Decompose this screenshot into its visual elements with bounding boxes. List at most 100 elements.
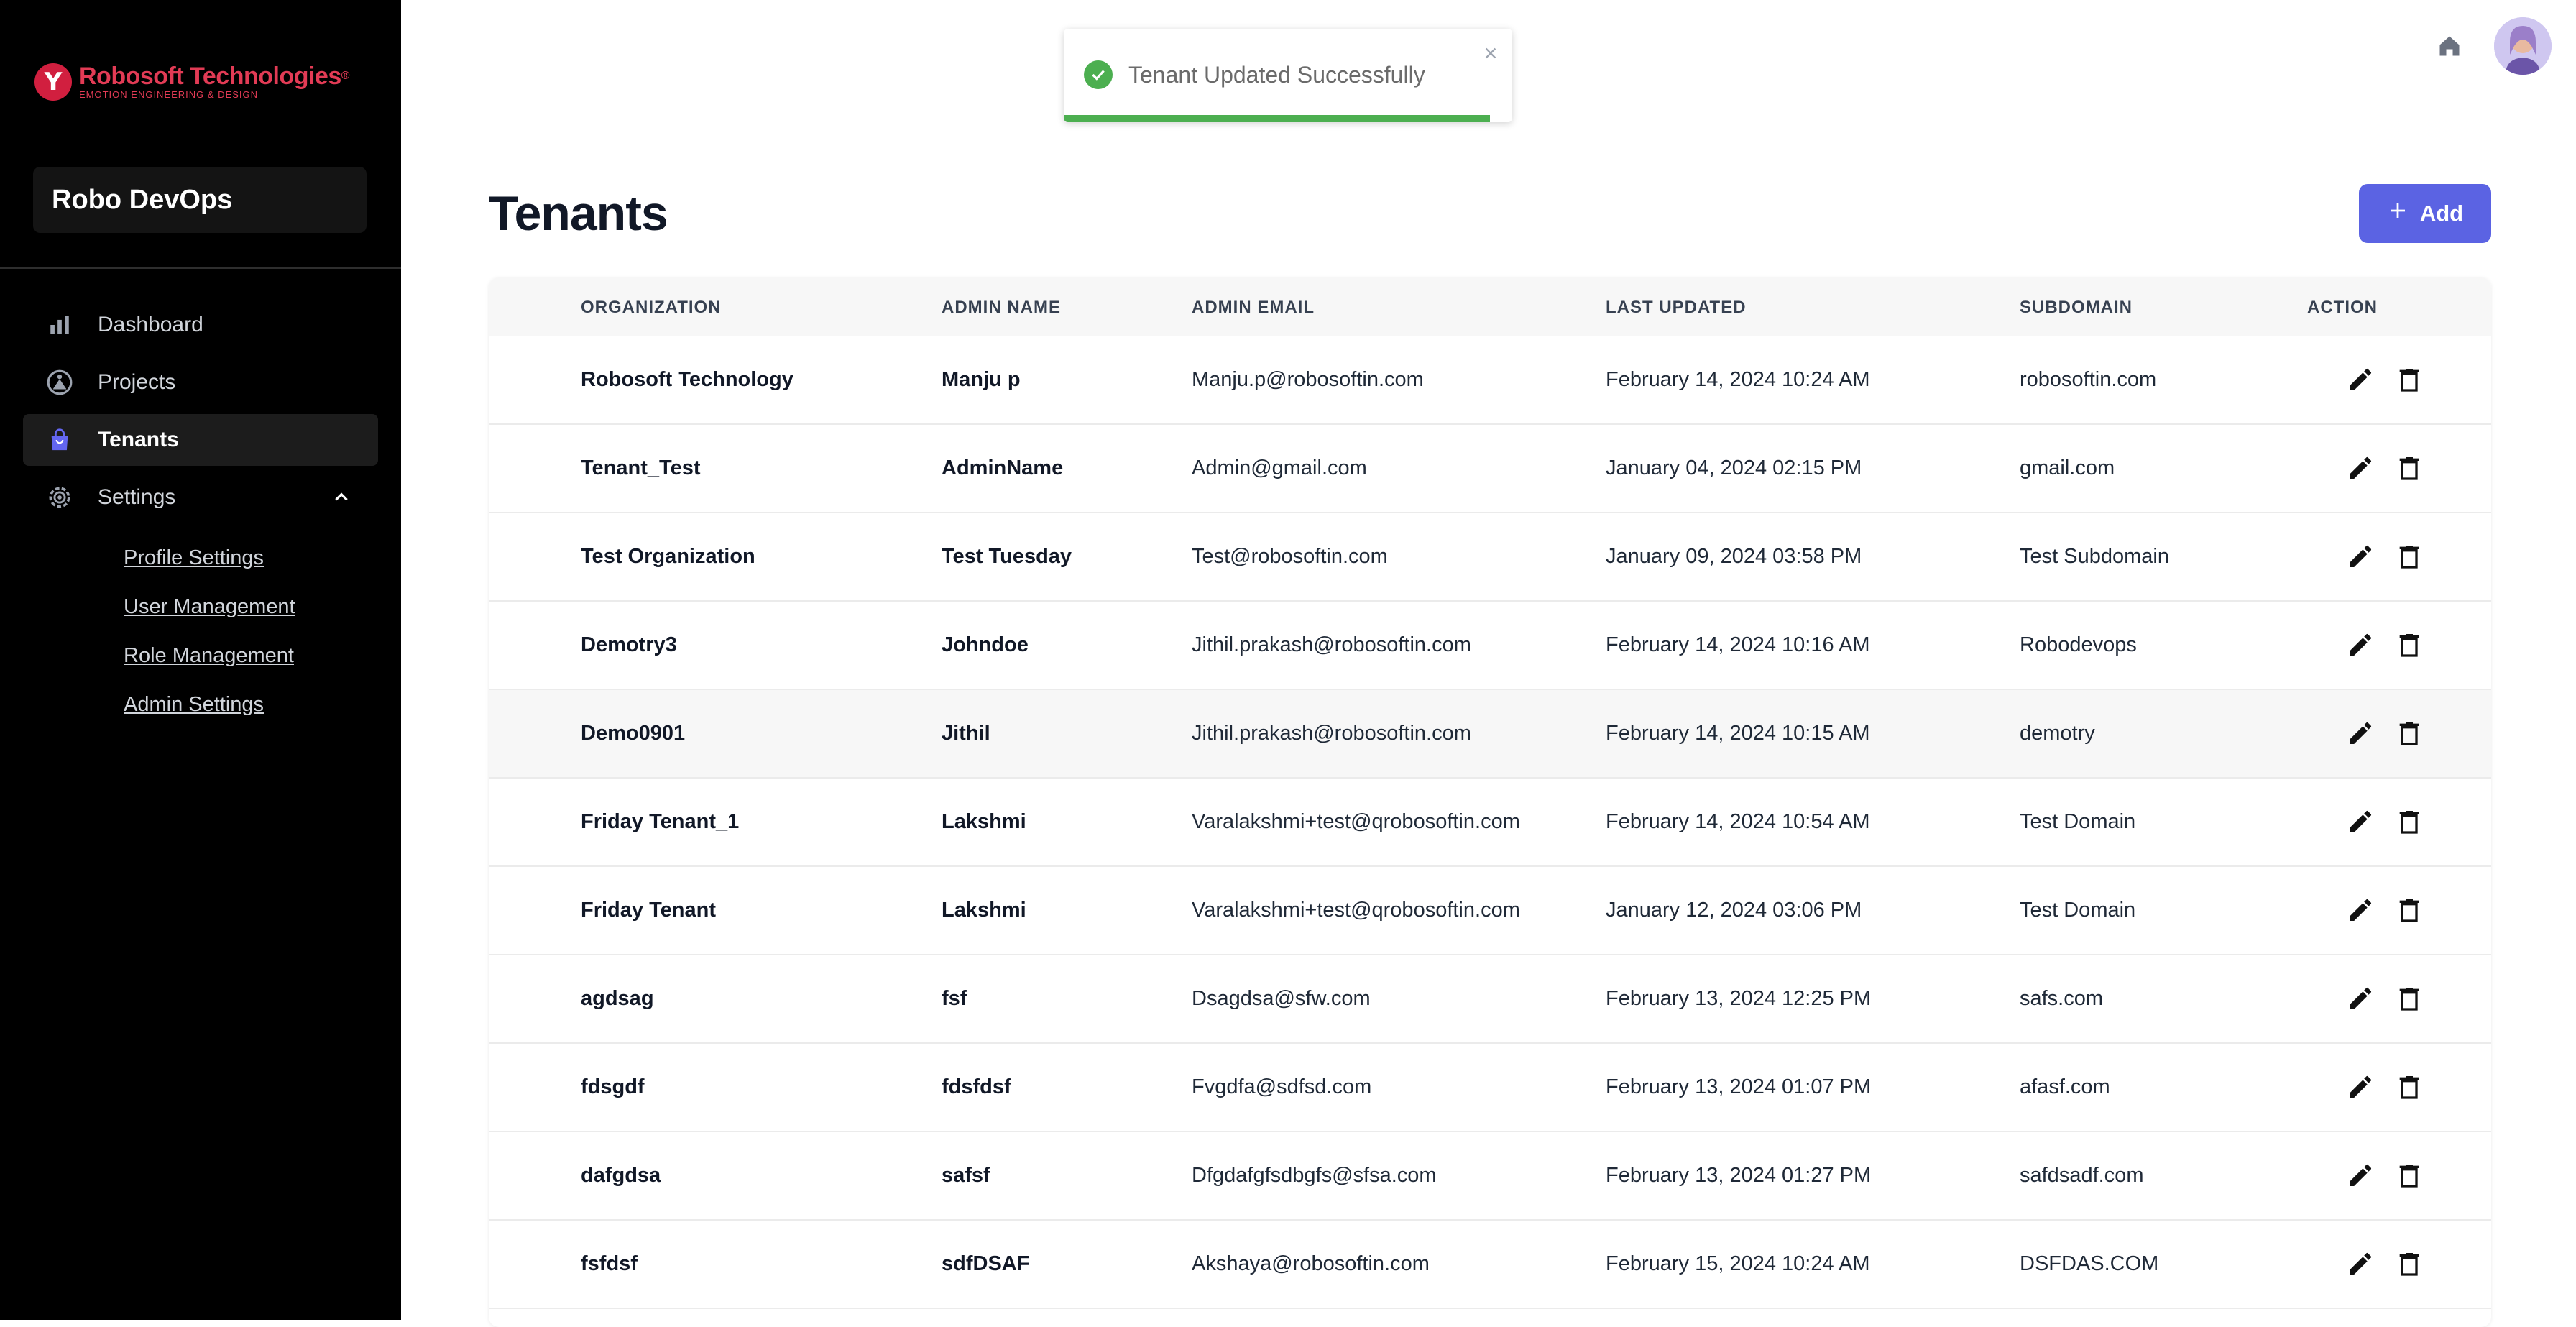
sidebar-item-dashboard[interactable]: Dashboard: [23, 299, 378, 351]
avatar[interactable]: [2494, 17, 2552, 75]
column-header-organization[interactable]: ORGANIZATION: [581, 298, 722, 318]
cell-admin-name: Test Tuesday: [942, 545, 1072, 568]
cell-admin-email: Jithil.prakash@robosoftin.com: [1192, 722, 1471, 745]
column-header-action: ACTION: [2307, 298, 2378, 317]
cell-last-updated: February 14, 2024 10:16 AM: [1606, 633, 1870, 656]
table-row[interactable]: Robosoft Technology Manju p Manju.p@roboso…: [489, 336, 2491, 425]
tenants-table: ORGANIZATION ADMIN NAME ADMIN EMAIL LAST…: [489, 277, 2491, 1327]
table-body: Robosoft Technology Manju p Manju.p@roboso…: [489, 336, 2491, 1309]
trash-icon[interactable]: [2391, 1245, 2428, 1282]
column-header-admin-name[interactable]: ADMIN NAME: [942, 298, 1061, 318]
close-icon[interactable]: [1479, 42, 1502, 65]
logo-registered: ®: [341, 70, 350, 82]
company-logo[interactable]: Y Robosoft Technologies® EMOTION ENGINEE…: [34, 63, 350, 101]
cell-subdomain: safs.com: [2020, 987, 2104, 1010]
trash-icon[interactable]: [2391, 891, 2428, 929]
cell-admin-email: Admin@gmail.com: [1192, 456, 1367, 479]
trash-icon[interactable]: [2391, 715, 2428, 752]
trash-icon[interactable]: [2391, 538, 2428, 575]
edit-icon[interactable]: [2342, 1245, 2379, 1282]
logo-tagline: EMOTION ENGINEERING & DESIGN: [79, 89, 259, 100]
edit-icon[interactable]: [2342, 803, 2379, 840]
trash-icon[interactable]: [2391, 1068, 2428, 1106]
cell-last-updated: January 09, 2024 03:58 PM: [1606, 545, 1862, 568]
edit-icon[interactable]: [2342, 1068, 2379, 1106]
cell-admin-name: sdfDSAF: [942, 1252, 1030, 1275]
trash-icon[interactable]: [2391, 626, 2428, 664]
edit-icon[interactable]: [2342, 626, 2379, 664]
page-title: Tenants: [489, 186, 668, 241]
cell-subdomain: Test Domain: [2020, 810, 2136, 833]
edit-icon[interactable]: [2342, 361, 2379, 398]
cell-admin-email: Test@robosoftin.com: [1192, 545, 1388, 568]
cell-last-updated: February 14, 2024 10:54 AM: [1606, 810, 1870, 833]
edit-icon[interactable]: [2342, 715, 2379, 752]
trash-icon[interactable]: [2391, 803, 2428, 840]
sidebar-item-settings[interactable]: Settings: [23, 472, 378, 523]
cell-admin-email: Manju.p@robosoftin.com: [1192, 368, 1424, 391]
table-row[interactable]: Tenant_Test AdminName Admin@gmail.com Janua…: [489, 425, 2491, 513]
table-row[interactable]: dafgdsa safsf Dfgdafgfsdbgfs@sfsa.com Febru…: [489, 1132, 2491, 1221]
main-content: Tenant Updated Successfully Tenants Add …: [401, 0, 2576, 1327]
cell-last-updated: February 13, 2024 12:25 PM: [1606, 987, 1872, 1010]
table-header: ORGANIZATION ADMIN NAME ADMIN EMAIL LAST…: [489, 277, 2491, 336]
sidebar-item-label: Tenants: [98, 428, 179, 451]
cell-last-updated: February 14, 2024 10:24 AM: [1606, 368, 1870, 391]
table-row[interactable]: Test Organization Test Tuesday Test@roboso…: [489, 513, 2491, 602]
edit-icon[interactable]: [2342, 980, 2379, 1017]
subnav-user-management[interactable]: User Management: [124, 592, 295, 641]
cell-subdomain: demotry: [2020, 722, 2095, 745]
cell-subdomain: Test Subdomain: [2020, 545, 2169, 568]
add-tenant-button[interactable]: Add: [2359, 184, 2491, 243]
cell-admin-email: Dsagdsa@sfw.com: [1192, 987, 1371, 1010]
cell-subdomain: safdsadf.com: [2020, 1164, 2144, 1187]
trash-icon[interactable]: [2391, 980, 2428, 1017]
table-row[interactable]: agdsag fsf Dsagdsa@sfw.com February 13, 202…: [489, 955, 2491, 1044]
cell-admin-email: Varalakshmi+test@qrobosoftin.com: [1192, 899, 1520, 922]
cell-subdomain: afasf.com: [2020, 1075, 2110, 1098]
cell-admin-email: Fvgdfa@sdfsd.com: [1192, 1075, 1372, 1098]
trash-icon[interactable]: [2391, 361, 2428, 398]
column-header-subdomain[interactable]: SUBDOMAIN: [2020, 298, 2133, 318]
logo-mark: Y: [34, 63, 72, 101]
success-toast: Tenant Updated Successfully: [1064, 29, 1512, 122]
table-row[interactable]: Friday Tenant Lakshmi Varalakshmi+test@qro…: [489, 867, 2491, 955]
cell-organization: Friday Tenant: [581, 899, 716, 922]
edit-icon[interactable]: [2342, 538, 2379, 575]
table-row[interactable]: fsfdsf sdfDSAF Akshaya@robosoftin.com Febru…: [489, 1221, 2491, 1309]
column-header-admin-email[interactable]: ADMIN EMAIL: [1192, 298, 1315, 318]
cell-admin-name: Lakshmi: [942, 810, 1026, 833]
subnav-role-management[interactable]: Role Management: [124, 641, 295, 690]
table-row[interactable]: Demo0901 Jithil Jithil.prakash@robosoftin.…: [489, 690, 2491, 779]
chevron-up-icon[interactable]: [332, 488, 351, 507]
table-row[interactable]: Demotry3 Johndoe Jithil.prakash@robosoftin…: [489, 602, 2491, 690]
cell-last-updated: January 04, 2024 02:15 PM: [1606, 456, 1862, 479]
cell-last-updated: February 15, 2024 10:24 AM: [1606, 1252, 1870, 1275]
table-row[interactable]: fdsgdf fdsfdsf Fvgdfa@sdfsd.com February 13…: [489, 1044, 2491, 1132]
toast-progress-track: [1064, 115, 1512, 122]
column-header-last-updated[interactable]: LAST UPDATED: [1606, 298, 1747, 318]
cell-organization: Friday Tenant_1: [581, 810, 740, 833]
sidebar-item-projects[interactable]: Projects: [23, 357, 378, 408]
cell-organization: fdsgdf: [581, 1075, 645, 1098]
cell-subdomain: Test Domain: [2020, 899, 2136, 922]
edit-icon[interactable]: [2342, 449, 2379, 487]
sidebar-item-tenants[interactable]: Tenants: [23, 414, 378, 466]
cell-last-updated: February 14, 2024 10:15 AM: [1606, 722, 1870, 745]
cell-admin-name: fdsfdsf: [942, 1075, 1011, 1098]
cell-organization: dafgdsa: [581, 1164, 661, 1187]
trash-icon[interactable]: [2391, 449, 2428, 487]
edit-icon[interactable]: [2342, 1157, 2379, 1194]
edit-icon[interactable]: [2342, 891, 2379, 929]
table-row[interactable]: Friday Tenant_1 Lakshmi Varalakshmi+test@q…: [489, 779, 2491, 867]
trash-icon[interactable]: [2391, 1157, 2428, 1194]
home-icon[interactable]: [2432, 29, 2467, 63]
subnav-profile-settings[interactable]: Profile Settings: [124, 543, 295, 592]
subnav-admin-settings[interactable]: Admin Settings: [124, 690, 295, 739]
sidebar-divider: [0, 267, 401, 269]
cell-subdomain: robosoftin.com: [2020, 368, 2157, 391]
bar-chart-icon: [46, 311, 73, 339]
cell-admin-name: Lakshmi: [942, 899, 1026, 922]
cell-admin-email: Akshaya@robosoftin.com: [1192, 1252, 1430, 1275]
workspace-name[interactable]: Robo DevOps: [33, 167, 367, 233]
